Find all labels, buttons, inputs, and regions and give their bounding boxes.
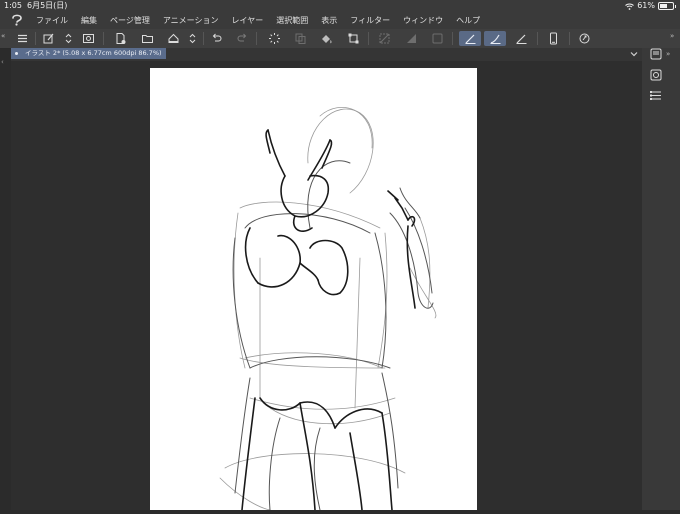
open-folder-icon[interactable]: [139, 31, 155, 46]
toolbar-separator: [537, 32, 538, 45]
menu-selection[interactable]: 選択範囲: [276, 12, 308, 29]
redo-icon[interactable]: [234, 31, 250, 46]
menu-icon[interactable]: [14, 31, 30, 46]
new-canvas-icon[interactable]: [40, 31, 56, 46]
menu-items: ファイル 編集 ページ管理 アニメーション レイヤー 選択範囲 表示 フィルター…: [36, 12, 480, 29]
status-right: 61%: [625, 0, 676, 12]
smartphone-icon[interactable]: [545, 31, 561, 46]
loading-icon[interactable]: [266, 31, 282, 46]
toolbar-separator: [452, 32, 453, 45]
deselect-icon[interactable]: [376, 31, 392, 46]
menu-filter[interactable]: フィルター: [350, 12, 390, 29]
menu-view[interactable]: 表示: [321, 12, 337, 29]
menu-page-management[interactable]: ページ管理: [110, 12, 150, 29]
status-date: 6月5日(日): [27, 1, 68, 10]
toolbar-separator: [368, 32, 369, 45]
battery-fill: [660, 4, 667, 8]
toolbar-separator: [35, 32, 36, 45]
view-icon[interactable]: [80, 31, 96, 46]
transform-icon[interactable]: [345, 31, 361, 46]
pen-stabilizer-icon[interactable]: [459, 31, 481, 46]
clear-outside-icon[interactable]: [429, 31, 445, 46]
toolbar-separator: [256, 32, 257, 45]
canvas-tab-label: イラスト 2* (5.08 x 6.77cm 600dpi 86.7%): [25, 49, 162, 57]
menu-bar: ファイル 編集 ページ管理 アニメーション レイヤー 選択範囲 表示 フィルター…: [0, 12, 680, 29]
toolbar-separator: [203, 32, 204, 45]
menu-help[interactable]: ヘルプ: [456, 12, 480, 29]
command-bar: « »: [0, 29, 680, 49]
toolbar-separator: [103, 32, 104, 45]
up-down-arrows-icon[interactable]: [60, 31, 76, 46]
status-time: 1:05: [4, 1, 22, 10]
menu-edit[interactable]: 編集: [81, 12, 97, 29]
menu-layer[interactable]: レイヤー: [232, 12, 264, 29]
clear-icon[interactable]: [403, 31, 419, 46]
battery-percent: 61%: [637, 1, 655, 10]
right-panel: [642, 48, 680, 510]
chevron-down-icon[interactable]: [629, 49, 639, 59]
app-logo-icon[interactable]: [10, 13, 24, 27]
copy-icon[interactable]: [292, 31, 308, 46]
properties-panel-icon[interactable]: [648, 46, 664, 62]
up-down-arrows-icon[interactable]: [184, 31, 200, 46]
canvas-tab[interactable]: イラスト 2* (5.08 x 6.77cm 600dpi 86.7%): [11, 48, 166, 59]
toolbar-separator: [569, 32, 570, 45]
left-collapse-chevron-icon[interactable]: ‹: [1, 58, 4, 66]
fill-icon[interactable]: [318, 31, 334, 46]
right-collapse-chevron-icon[interactable]: »: [666, 50, 670, 58]
menu-window[interactable]: ウィンドウ: [403, 12, 443, 29]
canvas-tab-bar: イラスト 2* (5.08 x 6.77cm 600dpi 86.7%): [11, 48, 642, 61]
drawing-page[interactable]: [150, 68, 477, 511]
navigator-panel-icon[interactable]: [648, 67, 664, 83]
layer-panel-icon[interactable]: [648, 88, 664, 104]
right-edge-chevron-icon[interactable]: »: [670, 32, 674, 40]
gesture-icon[interactable]: [576, 31, 592, 46]
wifi-icon: [625, 3, 635, 10]
new-file-icon[interactable]: [112, 31, 128, 46]
menu-animation[interactable]: アニメーション: [163, 12, 219, 29]
left-edge-chevron-icon[interactable]: «: [1, 32, 5, 40]
ruler-pen-icon[interactable]: [513, 31, 529, 46]
battery-cap: [675, 5, 676, 8]
undo-icon[interactable]: [208, 31, 224, 46]
tab-modified-dot: [15, 52, 18, 55]
status-bar: 1:05 6月5日(日) 61%: [0, 0, 680, 12]
menu-file[interactable]: ファイル: [36, 12, 68, 29]
save-icon[interactable]: [165, 31, 181, 46]
sketch-drawing: [219, 107, 437, 511]
pen-stabilizer-curve-icon[interactable]: [484, 31, 506, 46]
battery-icon: [658, 2, 676, 10]
